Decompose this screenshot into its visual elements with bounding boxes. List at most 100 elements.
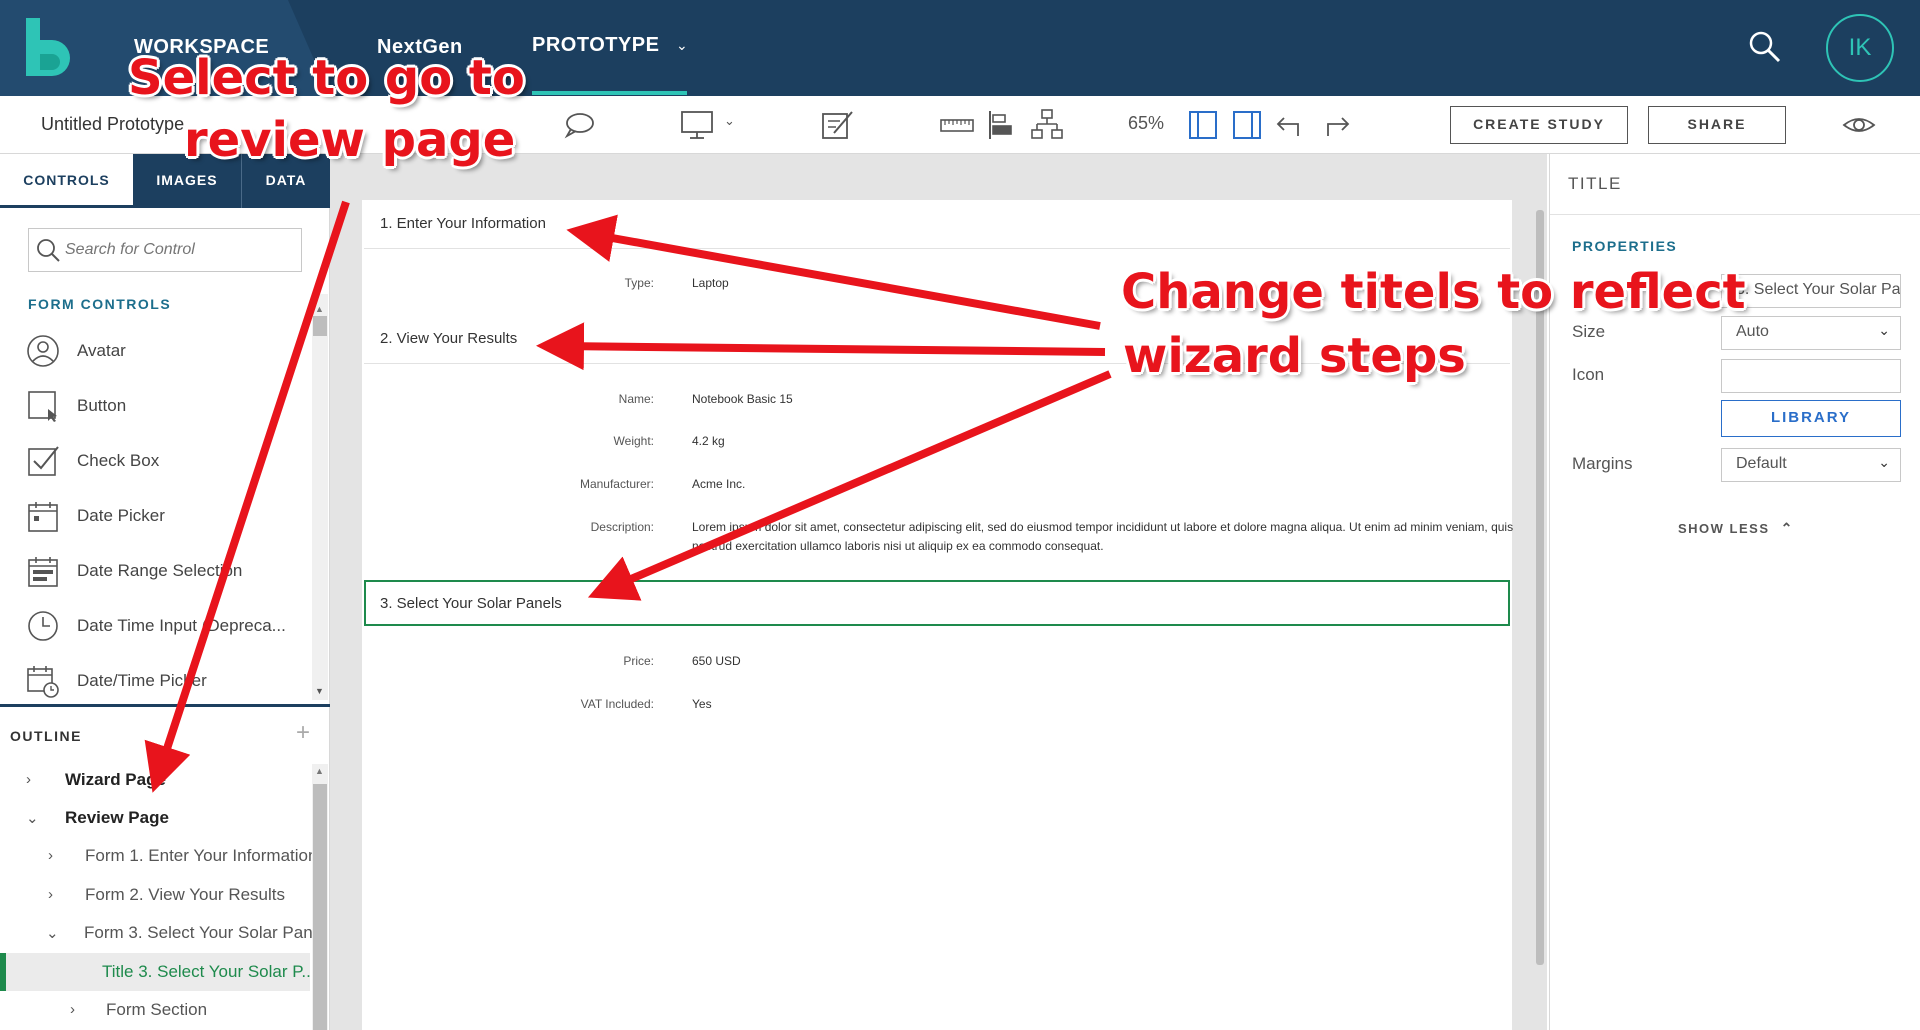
add-icon[interactable]: + bbox=[296, 719, 310, 747]
control-item-checkbox[interactable]: Check Box bbox=[0, 436, 310, 486]
field-value: Laptop bbox=[692, 276, 729, 290]
field-label: Type: bbox=[624, 276, 654, 290]
annotation-left-line1: Select to go to bbox=[128, 50, 525, 106]
field-value: Notebook Basic 15 bbox=[692, 392, 793, 406]
margins-select-value: Default bbox=[1736, 455, 1787, 472]
control-item-button[interactable]: Button bbox=[0, 381, 310, 431]
nav-prototype[interactable]: PROTOTYPE bbox=[532, 34, 660, 57]
right-panel-toggle-icon[interactable] bbox=[1230, 108, 1264, 142]
panel-divider bbox=[1550, 214, 1920, 215]
device-desktop-icon[interactable] bbox=[680, 108, 714, 142]
document-title[interactable]: Untitled Prototype bbox=[41, 114, 184, 135]
outline-item-wizard-page[interactable]: › Wizard Page bbox=[0, 761, 310, 799]
field-label: Weight: bbox=[613, 434, 654, 448]
app-logo-icon bbox=[26, 18, 70, 76]
panel-title: TITLE bbox=[1568, 174, 1622, 193]
show-less-label: SHOW LESS bbox=[1678, 521, 1770, 536]
outline-item-label: Review Page bbox=[65, 808, 169, 827]
library-button[interactable]: LIBRARY bbox=[1721, 400, 1901, 437]
scroll-down-icon[interactable]: ▼ bbox=[315, 686, 324, 696]
controls-scrollbar[interactable] bbox=[312, 294, 328, 700]
undo-icon[interactable] bbox=[1274, 108, 1308, 142]
field-value: 650 USD bbox=[692, 654, 741, 668]
clock-icon bbox=[28, 611, 58, 641]
field-label: Name: bbox=[618, 392, 654, 406]
notes-edit-icon[interactable] bbox=[820, 108, 854, 142]
control-label: Avatar bbox=[77, 341, 126, 360]
left-panel: CONTROLS IMAGES DATA FORM CONTROLS Avata… bbox=[0, 154, 330, 1030]
outline-item-label: Form Section bbox=[106, 1000, 208, 1019]
outline-item-form-1[interactable]: › Form 1. Enter Your Information bbox=[0, 837, 317, 875]
scroll-up-icon[interactable]: ▲ bbox=[315, 766, 324, 776]
form-controls-heading: FORM CONTROLS bbox=[28, 296, 172, 312]
outline-item-form-2[interactable]: › Form 2. View Your Results bbox=[0, 876, 310, 914]
outline-scrollbar-thumb[interactable] bbox=[313, 784, 327, 1030]
chevron-right-icon[interactable]: › bbox=[48, 847, 53, 864]
device-chevron-down-icon[interactable]: ⌄ bbox=[724, 113, 735, 129]
share-button[interactable]: SHARE bbox=[1648, 106, 1786, 144]
form-divider bbox=[364, 248, 1510, 249]
control-label: Check Box bbox=[77, 451, 160, 470]
scroll-up-icon[interactable]: ▲ bbox=[315, 304, 324, 314]
search-input[interactable] bbox=[65, 235, 293, 265]
form-1-title[interactable]: 1. Enter Your Information bbox=[364, 203, 1510, 247]
chevron-right-icon[interactable]: › bbox=[70, 1001, 75, 1018]
control-item-avatar[interactable]: Avatar bbox=[0, 326, 310, 376]
comment-icon[interactable] bbox=[562, 108, 596, 142]
outline-item-form-section[interactable]: › Form Section bbox=[0, 991, 310, 1029]
create-study-button[interactable]: CREATE STUDY bbox=[1450, 106, 1628, 144]
left-panel-toggle-icon[interactable] bbox=[1186, 108, 1220, 142]
field-value: 4.2 kg bbox=[692, 434, 725, 448]
outline-item-review-page[interactable]: ⌄ Review Page bbox=[0, 799, 310, 837]
hierarchy-icon[interactable] bbox=[1030, 108, 1064, 142]
redo-icon[interactable] bbox=[1318, 108, 1352, 142]
margins-label: Margins bbox=[1572, 454, 1633, 473]
control-item-date-time-input[interactable]: Date Time Input (Depreca... bbox=[0, 601, 310, 651]
form-title-text: 1. Enter Your Information bbox=[380, 215, 546, 232]
field-label: VAT Included: bbox=[580, 697, 654, 711]
margins-select[interactable]: Default ⌄ bbox=[1721, 448, 1901, 482]
chevron-right-icon[interactable]: › bbox=[48, 886, 53, 903]
chevron-down-icon[interactable]: ⌄ bbox=[676, 37, 688, 54]
control-item-date-range[interactable]: Date Range Selection bbox=[0, 546, 310, 596]
active-tab-indicator bbox=[532, 91, 687, 95]
control-label: Date/Time Picker bbox=[77, 671, 207, 690]
chevron-right-icon[interactable]: › bbox=[26, 771, 31, 788]
icon-input[interactable] bbox=[1721, 359, 1901, 393]
outline-item-label: Form 2. View Your Results bbox=[85, 885, 285, 904]
ruler-icon[interactable] bbox=[940, 108, 974, 142]
align-left-icon[interactable] bbox=[985, 108, 1019, 142]
title-text-input[interactable]: 3. Select Your Solar Panels bbox=[1721, 274, 1901, 308]
search-icon[interactable] bbox=[1748, 30, 1782, 64]
field-value: Lorem ipsum dolor sit amet, consectetur … bbox=[692, 520, 1514, 553]
zoom-level[interactable]: 65% bbox=[1128, 113, 1164, 134]
chevron-down-icon[interactable]: ⌄ bbox=[46, 924, 59, 942]
control-search bbox=[28, 228, 302, 272]
chevron-up-icon: ⌃ bbox=[1780, 520, 1794, 536]
outline-heading: OUTLINE bbox=[10, 728, 82, 744]
field-value: Acme Inc. bbox=[692, 477, 746, 491]
chevron-down-icon[interactable]: ⌄ bbox=[26, 809, 39, 827]
canvas-scrollbar[interactable] bbox=[1536, 210, 1544, 965]
control-item-datetime-picker[interactable]: Date/Time Picker bbox=[0, 656, 310, 706]
search-icon bbox=[37, 239, 60, 262]
outline-item-title-3-selected[interactable]: Title 3. Select Your Solar P... bbox=[0, 953, 316, 991]
selection-indicator bbox=[0, 953, 6, 991]
date-picker-icon bbox=[28, 502, 58, 532]
control-label: Date Range Selection bbox=[77, 561, 243, 580]
field-label: Manufacturer: bbox=[579, 477, 654, 491]
show-less-toggle[interactable]: SHOW LESS ⌃ bbox=[1678, 520, 1794, 537]
control-item-date-picker[interactable]: Date Picker bbox=[0, 491, 310, 541]
preview-eye-icon[interactable] bbox=[1842, 108, 1876, 142]
outline-item-label: Form 1. Enter Your Information bbox=[85, 846, 318, 865]
tab-controls[interactable]: CONTROLS bbox=[0, 154, 133, 208]
form-3-title-selected[interactable]: 3. Select Your Solar Panels bbox=[364, 580, 1510, 626]
size-select[interactable]: Auto ⌄ bbox=[1721, 316, 1901, 350]
user-avatar[interactable]: IK bbox=[1826, 14, 1894, 82]
outline-item-form-3[interactable]: ⌄ Form 3. Select Your Solar Pan... bbox=[0, 914, 327, 952]
size-select-value: Auto bbox=[1736, 323, 1769, 340]
controls-scrollbar-thumb[interactable] bbox=[313, 316, 327, 336]
field-label: Description: bbox=[590, 520, 654, 534]
chevron-down-icon: ⌄ bbox=[1878, 454, 1890, 470]
annotation-left-line2: review page bbox=[184, 112, 516, 168]
